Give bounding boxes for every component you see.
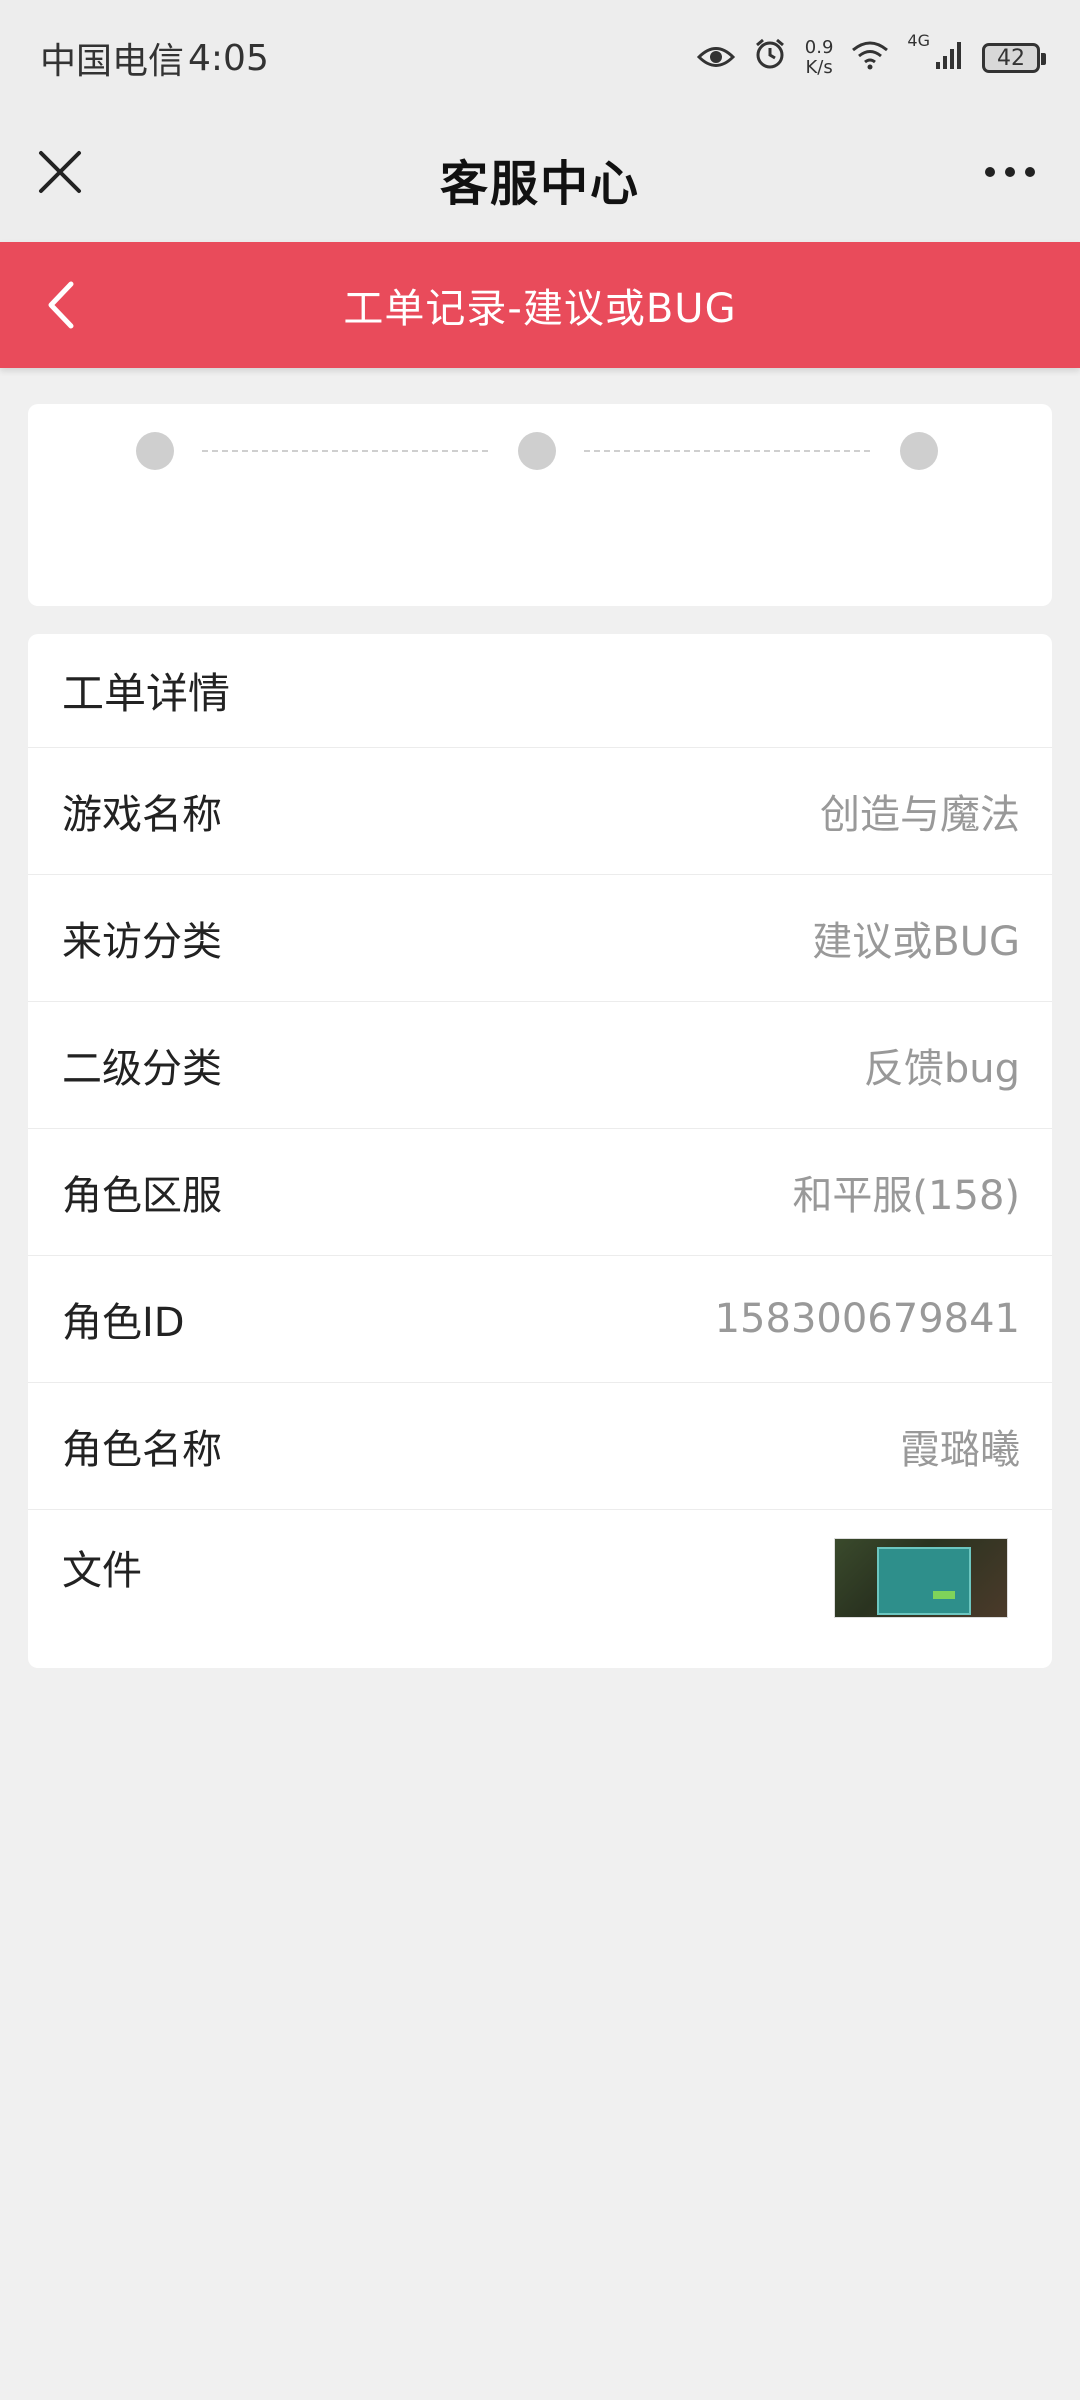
network-type: 4G [907,30,930,50]
details-title: 工单详情 [28,634,1052,748]
row-value: 建议或BUG [812,919,1020,965]
step-line-2 [584,450,870,452]
ticket-details: 工单详情 游戏名称 创造与魔法 来访分类 建议或BUG 二级分类 反馈bug 角… [28,634,1052,1668]
row-label: 来访分类 [62,919,222,965]
detail-row-visit-category: 来访分类 建议或BUG [28,875,1052,1002]
chevron-left-icon [48,281,74,329]
row-label: 角色ID [62,1300,185,1346]
status-left: 中国电信 4:05 [40,32,697,84]
row-label: 二级分类 [62,1046,222,1092]
net-speed-value: 0.9 [804,37,834,58]
row-value: 反馈bug [863,1046,1020,1092]
signal-icon [934,38,964,79]
header-title: 工单记录-建议或BUG [343,286,737,332]
alarm-icon [753,37,787,80]
battery-icon: 42 [982,43,1046,73]
title-bar: 客服中心 [0,116,1080,242]
step-dot-3 [900,432,938,470]
section-header: 工单记录-建议或BUG [0,242,1080,368]
more-icon-dot [1005,167,1015,177]
step-dot-1 [136,432,174,470]
close-icon [39,151,81,193]
page-title: 客服中心 [439,156,640,212]
step-line-1 [202,450,488,452]
row-label: 游戏名称 [62,792,222,838]
detail-row-subcategory: 二级分类 反馈bug [28,1002,1052,1129]
status-time: 4:05 [188,37,269,79]
status-icons: 0.9 K/s 4G 42 [696,31,1046,80]
detail-row-file: 文件 [28,1510,1052,1660]
more-icon [985,167,995,177]
net-speed: 0.9 K/s [805,38,834,78]
row-value: 158300679841 [714,1296,1020,1342]
wifi-icon [851,38,889,79]
row-value: 和平服(158) [792,1173,1020,1219]
step-dot-2 [518,432,556,470]
attachment-thumbnail[interactable] [834,1538,1008,1618]
detail-row-role-name: 角色名称 霞璐曦 [28,1383,1052,1510]
status-bar: 中国电信 4:05 0.9 K/s 4G 42 [0,0,1080,116]
more-button[interactable] [970,142,1050,202]
row-label: 角色名称 [62,1427,222,1473]
row-label: 文件 [62,1548,142,1594]
battery-level: 42 [997,45,1025,71]
row-value: 霞璐曦 [900,1427,1020,1473]
detail-row-server: 角色区服 和平服(158) [28,1129,1052,1256]
net-speed-unit: K/s [805,57,833,78]
row-label: 角色区服 [62,1173,222,1219]
carrier-name: 中国电信 [40,41,185,82]
row-value: 创造与魔法 [820,792,1020,838]
back-button[interactable] [30,275,90,335]
eye-icon [696,38,735,79]
detail-row-game-name: 游戏名称 创造与魔法 [28,748,1052,875]
progress-steps [28,404,1052,606]
close-button[interactable] [30,142,90,202]
more-icon-dot [1025,167,1035,177]
detail-row-role-id: 角色ID 158300679841 [28,1256,1052,1383]
